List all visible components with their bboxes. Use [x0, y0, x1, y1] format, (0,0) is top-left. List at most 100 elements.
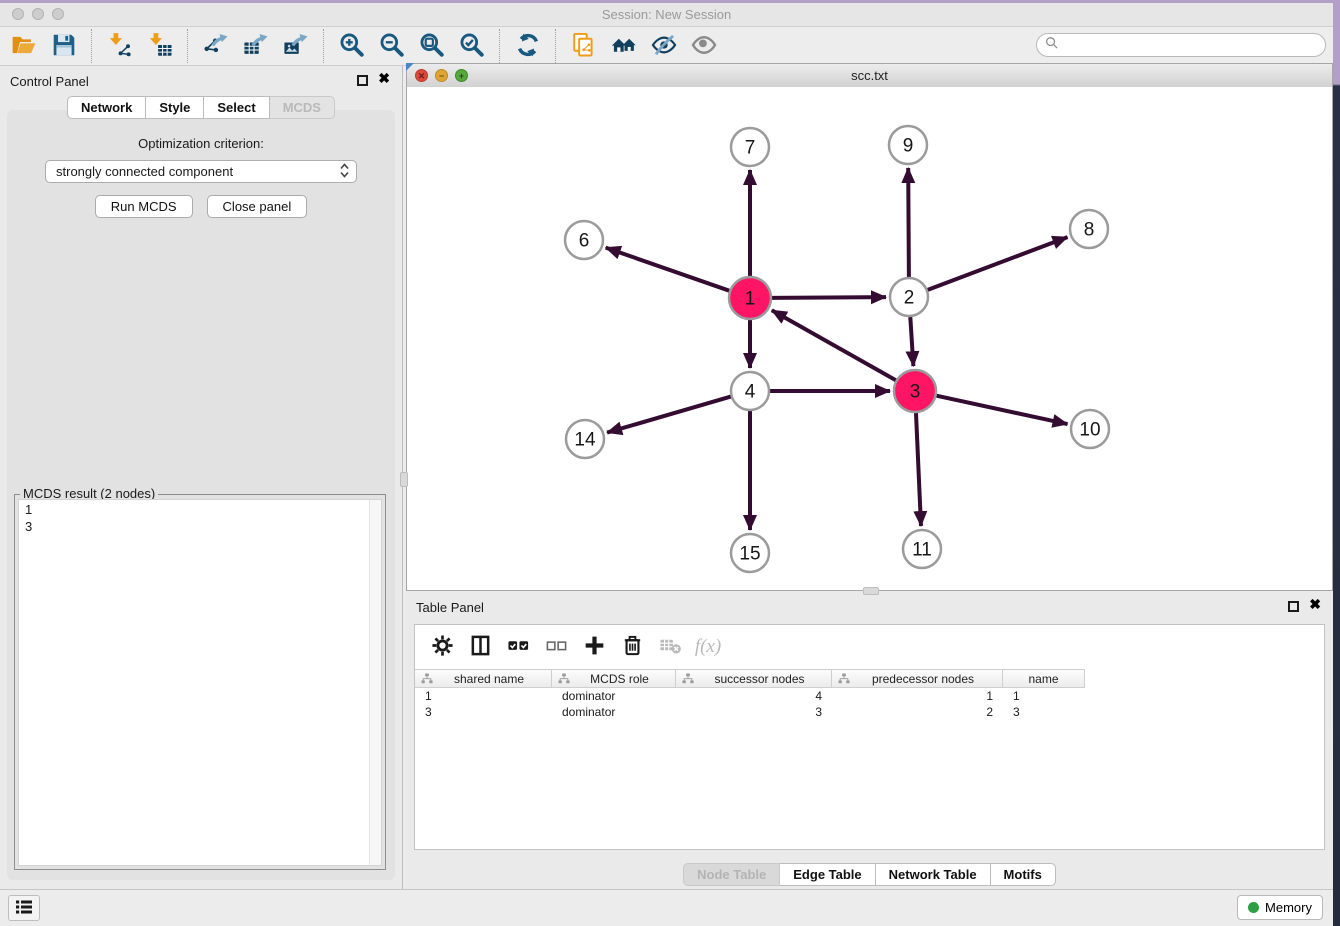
table-cell[interactable]: 3: [415, 705, 552, 719]
table-cell[interactable]: dominator: [552, 689, 676, 703]
run-mcds-button[interactable]: Run MCDS: [95, 195, 193, 218]
table-float-panel-icon[interactable]: [1288, 601, 1299, 612]
first-neighbors-button[interactable]: [604, 29, 644, 63]
close-panel-icon[interactable]: ✖: [378, 70, 390, 87]
optimization-criterion-select[interactable]: strongly connected component: [45, 160, 357, 183]
table-row[interactable]: 1dominator411: [415, 688, 1324, 704]
table-close-panel-icon[interactable]: ✖: [1309, 596, 1321, 613]
export-image-button[interactable]: [276, 29, 316, 63]
save-session-button[interactable]: [44, 29, 84, 63]
graph-node-4[interactable]: 4: [731, 372, 769, 410]
function-builder-button[interactable]: f(x): [689, 631, 727, 663]
column-header-successor-nodes[interactable]: successor nodes: [676, 670, 832, 687]
table-cell[interactable]: 1: [1003, 689, 1085, 703]
column-tree-icon: [421, 673, 433, 684]
export-network-button[interactable]: [196, 29, 236, 63]
tab-network-table[interactable]: Network Table: [876, 863, 991, 886]
graph-node-15[interactable]: 15: [731, 534, 769, 572]
zoom-selected-button[interactable]: [452, 29, 492, 63]
show-column-panel-button[interactable]: [461, 631, 499, 663]
zoom-fit-content-button[interactable]: [412, 29, 452, 63]
graph-edge-2-8[interactable]: [928, 237, 1068, 290]
tab-motifs[interactable]: Motifs: [991, 863, 1056, 886]
frame-minimize-icon[interactable]: −: [435, 69, 448, 82]
column-header-MCDS-role[interactable]: MCDS role: [552, 670, 676, 687]
table-row[interactable]: 3dominator323: [415, 704, 1324, 720]
graph-edge-3-10[interactable]: [937, 396, 1068, 424]
frame-maximize-icon[interactable]: +: [455, 69, 468, 82]
graph-node-7[interactable]: 7: [731, 128, 769, 166]
search-input[interactable]: [1063, 34, 1317, 56]
table-cell[interactable]: 1: [415, 689, 552, 703]
graph-node-11[interactable]: 11: [903, 530, 941, 568]
table-settings-button[interactable]: [423, 631, 461, 663]
tab-node-table[interactable]: Node Table: [683, 863, 780, 886]
search-box[interactable]: [1036, 33, 1326, 57]
apply-layout-button[interactable]: [508, 29, 548, 63]
import-table-button[interactable]: [140, 29, 180, 63]
graph-node-1[interactable]: 1: [729, 277, 771, 319]
select-all-columns-button[interactable]: [499, 631, 537, 663]
float-panel-icon[interactable]: [357, 75, 368, 86]
node-label: 11: [912, 540, 932, 561]
result-scrollbar[interactable]: [369, 500, 381, 865]
column-header-shared-name[interactable]: shared name: [415, 670, 552, 687]
graph-node-2[interactable]: 2: [890, 278, 928, 316]
graph-node-9[interactable]: 9: [889, 126, 927, 164]
unselect-all-columns-button[interactable]: [537, 631, 575, 663]
graph-edge-4-14[interactable]: [607, 397, 731, 433]
table-cell[interactable]: 3: [1003, 705, 1085, 719]
tab-style[interactable]: Style: [146, 96, 204, 119]
graph-node-3[interactable]: 3: [894, 370, 936, 412]
horizontal-splitter-handle[interactable]: [863, 587, 879, 595]
table-cell[interactable]: dominator: [552, 705, 676, 719]
graph-edge-2-3[interactable]: [910, 317, 913, 366]
graph-edge-3-1[interactable]: [772, 310, 896, 380]
create-column-button[interactable]: [575, 631, 613, 663]
table-cell[interactable]: 3: [676, 705, 832, 719]
network-frame-titlebar[interactable]: ✕ − + scc.txt: [407, 64, 1332, 88]
graph-node-10[interactable]: 10: [1071, 410, 1109, 448]
network-graph[interactable]: 7 9 6 8 1 2 4 3 14 10 15 11: [407, 87, 1332, 590]
memory-button[interactable]: Memory: [1237, 895, 1323, 920]
minimize-window-button[interactable]: [32, 8, 44, 20]
close-window-button[interactable]: [12, 8, 24, 20]
table-cell[interactable]: 1: [832, 689, 1003, 703]
mcds-result-text[interactable]: 13: [18, 499, 382, 866]
open-session-button[interactable]: [4, 29, 44, 63]
graph-edge-2-9[interactable]: [908, 168, 909, 277]
zoom-out-button[interactable]: [372, 29, 412, 63]
tab-mcds[interactable]: MCDS: [270, 96, 335, 119]
import-network-button[interactable]: [100, 29, 140, 63]
column-header-predecessor-nodes[interactable]: predecessor nodes: [832, 670, 1003, 687]
delete-columns-button[interactable]: [613, 631, 651, 663]
frame-close-icon[interactable]: ✕: [415, 69, 428, 82]
graph-edge-1-6[interactable]: [606, 248, 730, 291]
export-table-button[interactable]: [236, 29, 276, 63]
close-panel-button[interactable]: Close panel: [207, 195, 308, 218]
graph-node-14[interactable]: 14: [566, 420, 604, 458]
column-header-name[interactable]: name: [1003, 670, 1085, 687]
graph-node-8[interactable]: 8: [1070, 210, 1108, 248]
graph-edge-3-11[interactable]: [916, 413, 921, 526]
delete-table-button[interactable]: [651, 631, 689, 663]
hide-graphics-details-button[interactable]: [644, 29, 684, 63]
zoom-in-button[interactable]: [332, 29, 372, 63]
show-graphics-details-button[interactable]: [684, 29, 724, 63]
tab-network[interactable]: Network: [67, 96, 146, 119]
tab-edge-table[interactable]: Edge Table: [780, 863, 875, 886]
graph-edge-1-2[interactable]: [772, 297, 886, 298]
show-panels-button[interactable]: [8, 895, 40, 921]
graph-node-6[interactable]: 6: [565, 221, 603, 259]
table-cell[interactable]: 4: [676, 689, 832, 703]
table-cell[interactable]: 2: [832, 705, 1003, 719]
plus-icon: [583, 634, 606, 660]
vertical-splitter-handle[interactable]: [400, 472, 408, 487]
network-canvas[interactable]: 7 9 6 8 1 2 4 3 14 10 15 11: [407, 87, 1332, 590]
maximize-window-button[interactable]: [52, 8, 64, 20]
first-neighbors-icon: [611, 32, 637, 61]
duplicate-network-button[interactable]: [564, 29, 604, 63]
desktop-edge-right: [1333, 0, 1340, 926]
export-table-icon: [243, 32, 269, 61]
tab-select[interactable]: Select: [204, 96, 269, 119]
